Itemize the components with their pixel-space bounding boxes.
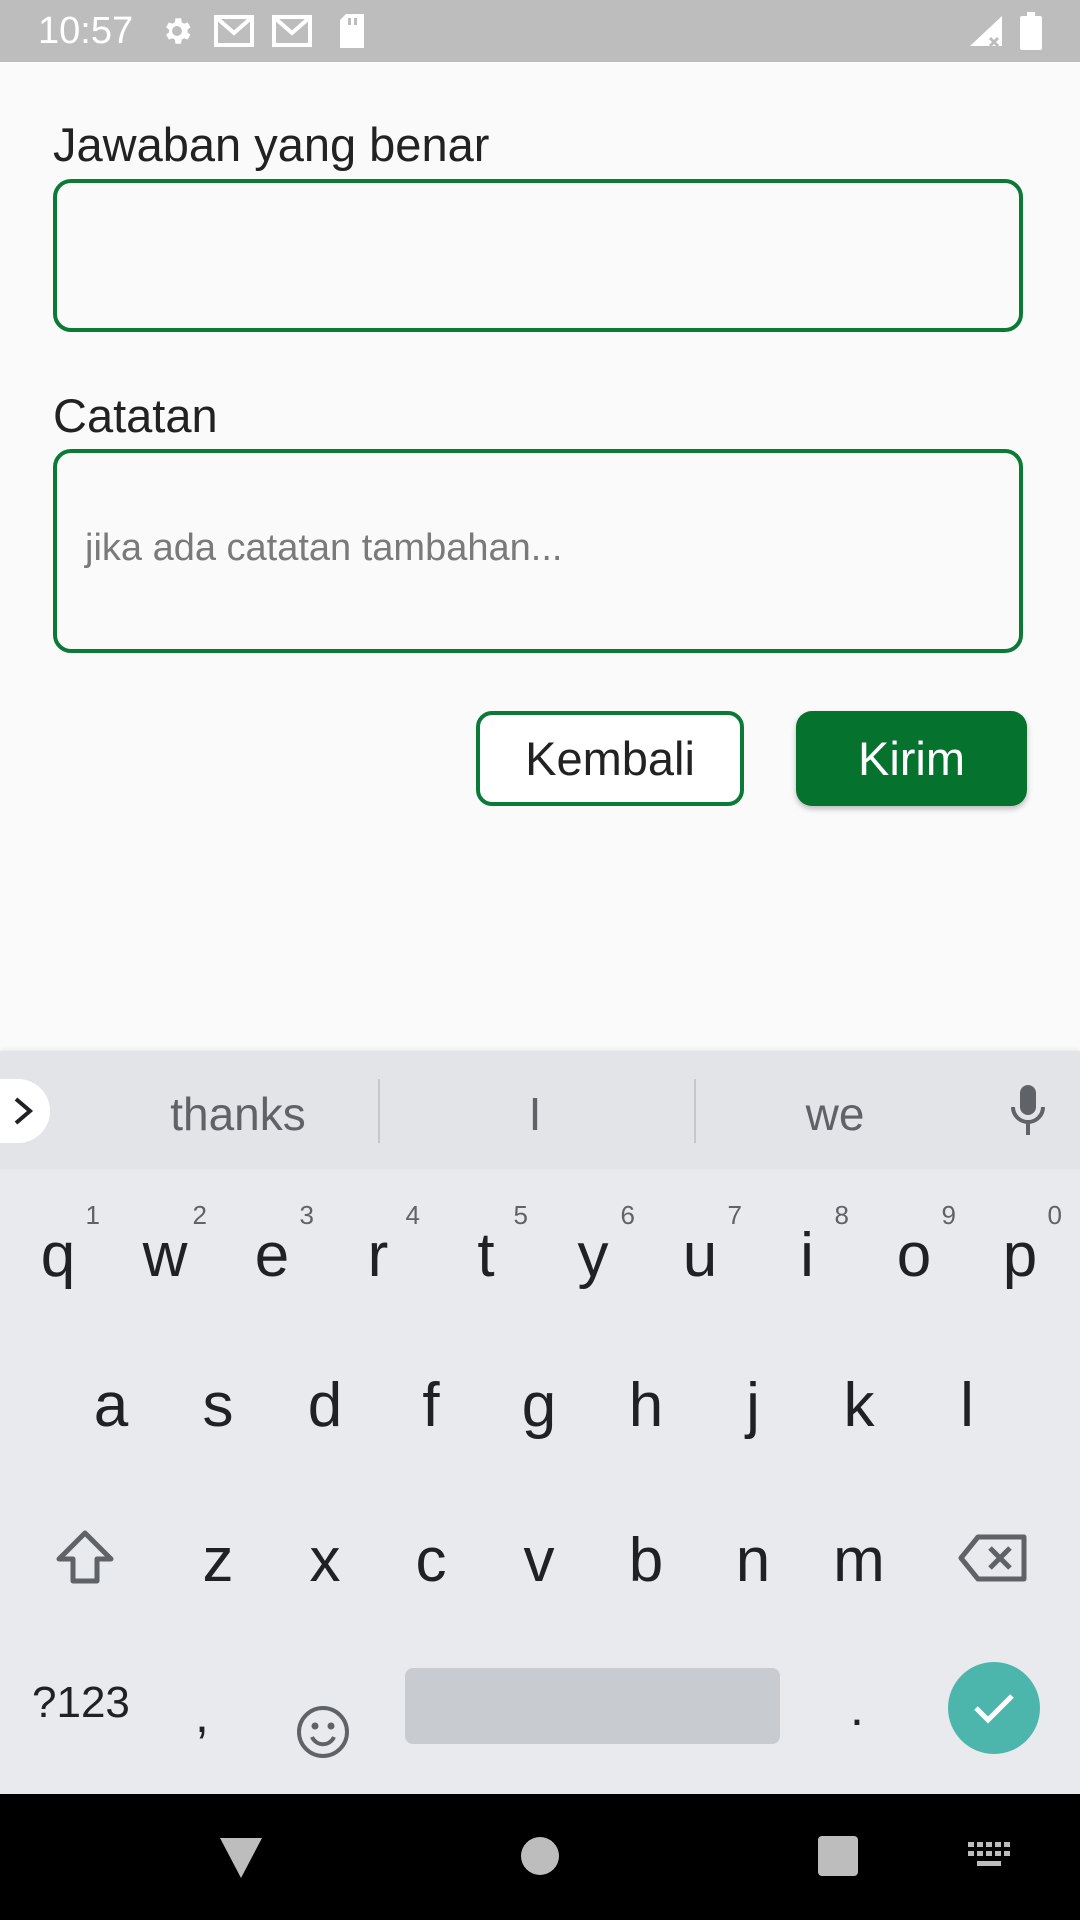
key-e[interactable]: e3 — [222, 1200, 322, 1316]
space-bar[interactable] — [405, 1668, 780, 1744]
key-u[interactable]: u7 — [650, 1200, 750, 1316]
key-k[interactable]: k — [809, 1356, 909, 1466]
notes-label: Catatan — [53, 389, 218, 442]
mic-icon[interactable] — [1010, 1085, 1046, 1142]
key-j[interactable]: j — [703, 1356, 803, 1466]
key-b[interactable]: b — [596, 1511, 696, 1621]
key-hint: 9 — [941, 1200, 956, 1230]
key-hint: 6 — [620, 1200, 635, 1230]
send-button[interactable]: Kirim — [796, 711, 1027, 806]
suggestion-2[interactable]: I — [415, 1084, 655, 1144]
gear-icon — [160, 14, 194, 53]
battery-icon — [1020, 12, 1042, 55]
key-hint: 5 — [513, 1200, 528, 1230]
keyboard-switch-icon[interactable] — [968, 1842, 1010, 1877]
key-q[interactable]: q1 — [8, 1200, 108, 1316]
recents-square-icon[interactable] — [818, 1836, 858, 1881]
symbols-key[interactable]: ?123 — [32, 1678, 130, 1728]
check-icon — [974, 1694, 1014, 1724]
key-f[interactable]: f — [381, 1356, 481, 1466]
suggestion-divider — [378, 1079, 380, 1143]
key-label: p — [1002, 1221, 1038, 1290]
comma-key[interactable]: , — [195, 1686, 209, 1744]
correct-answer-label: Jawaban yang benar — [53, 118, 490, 171]
key-label: y — [577, 1221, 609, 1290]
key-m[interactable]: m — [809, 1511, 909, 1621]
suggestion-divider — [694, 1079, 696, 1143]
key-label: r — [367, 1221, 389, 1290]
key-label: e — [254, 1221, 290, 1290]
period-key[interactable]: . — [850, 1679, 864, 1737]
key-y[interactable]: y6 — [543, 1200, 643, 1316]
back-button[interactable]: Kembali — [476, 711, 744, 806]
key-hint: 7 — [727, 1200, 742, 1230]
notes-placeholder: jika ada catatan tambahan... — [85, 527, 563, 569]
key-z[interactable]: z — [168, 1511, 268, 1621]
backspace-icon[interactable] — [958, 1533, 1028, 1588]
key-o[interactable]: o9 — [864, 1200, 964, 1316]
key-hint: 8 — [834, 1200, 849, 1230]
key-label: o — [896, 1221, 932, 1290]
key-label: i — [800, 1221, 814, 1290]
key-w[interactable]: w2 — [115, 1200, 215, 1316]
suggestion-1[interactable]: thanks — [118, 1084, 358, 1144]
gmail-icon — [272, 14, 312, 53]
shift-icon[interactable] — [55, 1529, 115, 1590]
back-triangle-icon[interactable] — [218, 1836, 264, 1885]
key-hint: 3 — [299, 1200, 314, 1230]
key-label: t — [477, 1221, 495, 1290]
signal-icon — [968, 14, 1004, 53]
emoji-icon[interactable] — [296, 1705, 350, 1764]
key-h[interactable]: h — [596, 1356, 696, 1466]
status-time: 10:57 — [38, 10, 134, 52]
enter-key[interactable] — [948, 1662, 1040, 1754]
status-bar: 10:57 — [0, 0, 1080, 62]
key-x[interactable]: x — [275, 1511, 375, 1621]
key-hint: 1 — [85, 1200, 100, 1230]
notes-input[interactable]: jika ada catatan tambahan... — [53, 449, 1023, 653]
home-circle-icon[interactable] — [520, 1836, 560, 1881]
key-i[interactable]: i8 — [757, 1200, 857, 1316]
sd-card-icon — [338, 14, 366, 53]
key-label: u — [682, 1221, 718, 1290]
key-hint: 4 — [405, 1200, 420, 1230]
suggestion-3[interactable]: we — [715, 1084, 955, 1144]
navigation-bar — [0, 1794, 1080, 1920]
key-label: q — [40, 1221, 76, 1290]
correct-answer-input[interactable] — [53, 179, 1023, 332]
key-hint: 0 — [1047, 1200, 1062, 1230]
key-p[interactable]: p0 — [970, 1200, 1070, 1316]
key-t[interactable]: t5 — [436, 1200, 536, 1316]
key-v[interactable]: v — [489, 1511, 589, 1621]
suggestion-strip: thanks I we — [0, 1051, 1080, 1169]
key-a[interactable]: a — [61, 1356, 161, 1466]
key-hint: 2 — [192, 1200, 207, 1230]
key-c[interactable]: c — [381, 1511, 481, 1621]
key-d[interactable]: d — [275, 1356, 375, 1466]
gmail-icon — [214, 14, 254, 53]
key-n[interactable]: n — [703, 1511, 803, 1621]
key-r[interactable]: r4 — [328, 1200, 428, 1316]
key-s[interactable]: s — [168, 1356, 268, 1466]
key-l[interactable]: l — [917, 1356, 1017, 1466]
expand-toolbar-button[interactable] — [0, 1079, 50, 1143]
key-label: w — [142, 1221, 188, 1290]
keyboard: thanks I we q1 w2 e3 r4 t5 y6 u7 i8 o9 p… — [0, 1051, 1080, 1794]
key-g[interactable]: g — [489, 1356, 589, 1466]
